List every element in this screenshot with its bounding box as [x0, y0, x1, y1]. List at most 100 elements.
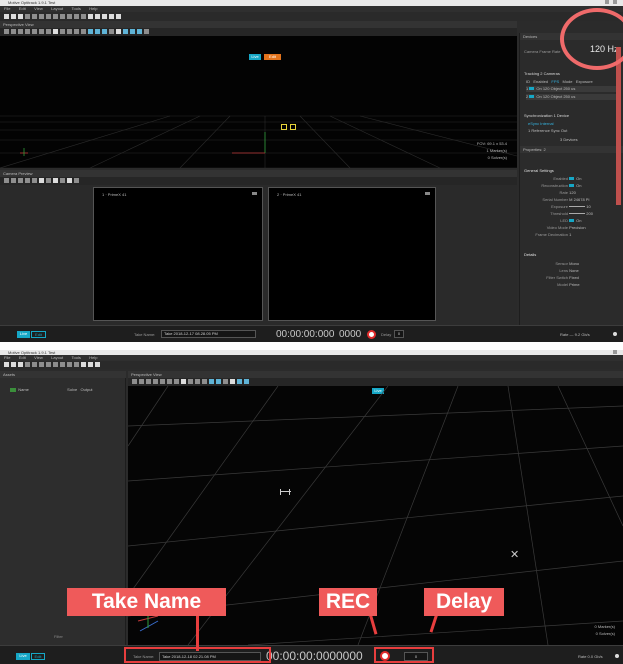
property-row[interactable]: Reconstruction On — [524, 183, 620, 188]
zoom-out-icon[interactable] — [167, 379, 172, 385]
camera-view-2[interactable]: 2 · PrimeX 41 — [268, 187, 436, 321]
fit-icon[interactable] — [46, 29, 51, 35]
exposure-slider[interactable] — [569, 206, 586, 208]
perspective-viewport[interactable]: Live Edit FOV: 69.1 x 53.4 1 Marker(s) 0… — [0, 36, 517, 168]
grayscale-mode-icon[interactable] — [53, 178, 58, 184]
fit-icon[interactable] — [174, 379, 179, 385]
camera-1-icon[interactable] — [280, 489, 291, 495]
close-icon[interactable] — [613, 0, 617, 4]
data-icon[interactable] — [74, 362, 79, 368]
filter-label[interactable]: Filter — [54, 634, 63, 639]
save-icon[interactable] — [18, 362, 23, 368]
visibility-icon[interactable] — [146, 379, 151, 385]
cursor-icon[interactable] — [230, 379, 235, 385]
tracked-icon[interactable] — [88, 29, 93, 35]
overlay-icon[interactable] — [32, 178, 37, 184]
open-icon[interactable] — [11, 14, 16, 20]
save-icon[interactable] — [18, 14, 23, 20]
camera-view-icon[interactable] — [11, 29, 16, 35]
rotate-icon[interactable] — [188, 379, 193, 385]
zoom-in-icon[interactable] — [11, 178, 16, 184]
prop-toggle[interactable] — [569, 177, 575, 181]
property-row[interactable]: Frame Decimation 1 — [524, 232, 620, 237]
settings-icon[interactable] — [81, 14, 86, 20]
graph-icon[interactable] — [67, 362, 72, 368]
camera-2-marker-icon[interactable] — [290, 124, 296, 130]
skeleton-icon[interactable] — [53, 362, 58, 368]
camera-1-menu-icon[interactable] — [252, 192, 257, 195]
table-row[interactable]: 1 On 120 Object 250 us — [526, 86, 618, 92]
edit-button[interactable]: Edit — [31, 653, 45, 660]
marker-view-icon[interactable] — [81, 29, 86, 35]
edit-button[interactable]: Edit — [31, 331, 46, 338]
property-row[interactable]: Enabled On — [524, 176, 620, 181]
more-icon[interactable] — [144, 29, 149, 35]
panel-5-icon[interactable] — [116, 14, 121, 20]
minimize-icon[interactable] — [605, 0, 609, 4]
open-icon[interactable] — [11, 362, 16, 368]
panel-3-icon[interactable] — [102, 14, 107, 20]
menu-file[interactable]: File — [4, 6, 10, 11]
object-mode-icon[interactable] — [46, 178, 51, 184]
take-name-input[interactable]: Take 2018-12-17 08.28.05 PM — [161, 330, 256, 338]
live-button[interactable]: Live — [16, 653, 30, 660]
grid-layout-icon[interactable] — [4, 178, 9, 184]
layout-icon[interactable] — [25, 362, 30, 368]
panel-1-icon[interactable] — [81, 362, 86, 368]
camera-2-menu-icon[interactable] — [425, 192, 430, 195]
more-options-icon[interactable] — [74, 178, 79, 184]
camera-2-icon[interactable]: ✕ — [510, 550, 520, 561]
cursor-icon[interactable] — [116, 29, 121, 35]
move-icon[interactable] — [195, 379, 200, 385]
rigid-body-icon[interactable] — [46, 14, 51, 20]
menu-view[interactable]: View — [34, 355, 43, 360]
calibration-icon[interactable] — [60, 14, 65, 20]
prop-toggle[interactable] — [569, 219, 575, 223]
row1-enabled-toggle[interactable] — [529, 87, 535, 91]
property-row[interactable]: Rate 120 — [524, 190, 620, 195]
video-mode-icon[interactable] — [60, 178, 65, 184]
new-file-icon[interactable] — [4, 362, 9, 368]
visibility-icon[interactable] — [18, 29, 23, 35]
property-row[interactable]: Exposure 10 — [524, 204, 620, 209]
row2-enabled-toggle[interactable] — [529, 95, 535, 99]
pan-icon[interactable] — [132, 379, 137, 385]
camera-icon[interactable] — [32, 362, 37, 368]
sync-row-2[interactable]: 1 Reference Sync Out — [528, 128, 567, 133]
close-icon[interactable] — [613, 350, 617, 354]
menu-tools[interactable]: Tools — [72, 355, 81, 360]
menu-tools[interactable]: Tools — [72, 6, 81, 11]
graph-icon[interactable] — [67, 14, 72, 20]
property-row[interactable]: LED On — [524, 218, 620, 223]
menu-edit[interactable]: Edit — [19, 355, 26, 360]
table-row[interactable]: 2 On 120 Object 250 us — [526, 94, 618, 100]
label-icon[interactable] — [102, 29, 107, 35]
scale-icon[interactable] — [202, 379, 207, 385]
zoom-icon[interactable] — [32, 29, 37, 35]
menu-help[interactable]: Help — [89, 355, 97, 360]
move-icon[interactable] — [67, 29, 72, 35]
menu-file[interactable]: File — [4, 355, 10, 360]
zoom-out-icon[interactable] — [39, 29, 44, 35]
data-icon[interactable] — [74, 14, 79, 20]
menu-help[interactable]: Help — [89, 6, 97, 11]
sync-header[interactable]: Synchronization 1 Device — [524, 113, 569, 118]
panel-2-icon[interactable] — [88, 362, 93, 368]
grid-icon[interactable] — [53, 29, 58, 35]
grid-icon[interactable] — [181, 379, 186, 385]
panel-4-icon[interactable] — [109, 14, 114, 20]
general-settings-header[interactable]: General Settings — [524, 168, 554, 173]
asset-check-icon[interactable] — [10, 387, 16, 392]
record-button[interactable] — [367, 330, 376, 339]
untracked-icon[interactable] — [216, 379, 221, 385]
angle-icon[interactable] — [137, 29, 142, 35]
details-header[interactable]: Details — [524, 252, 536, 257]
panel-1-icon[interactable] — [88, 14, 93, 20]
menu-layout[interactable]: Layout — [51, 355, 63, 360]
rotate-icon[interactable] — [60, 29, 65, 35]
prop-toggle[interactable] — [569, 184, 575, 188]
camera-1-marker-icon[interactable] — [281, 124, 287, 130]
scale-icon[interactable] — [74, 29, 79, 35]
menu-layout[interactable]: Layout — [51, 6, 63, 11]
marker-icon[interactable] — [39, 14, 44, 20]
